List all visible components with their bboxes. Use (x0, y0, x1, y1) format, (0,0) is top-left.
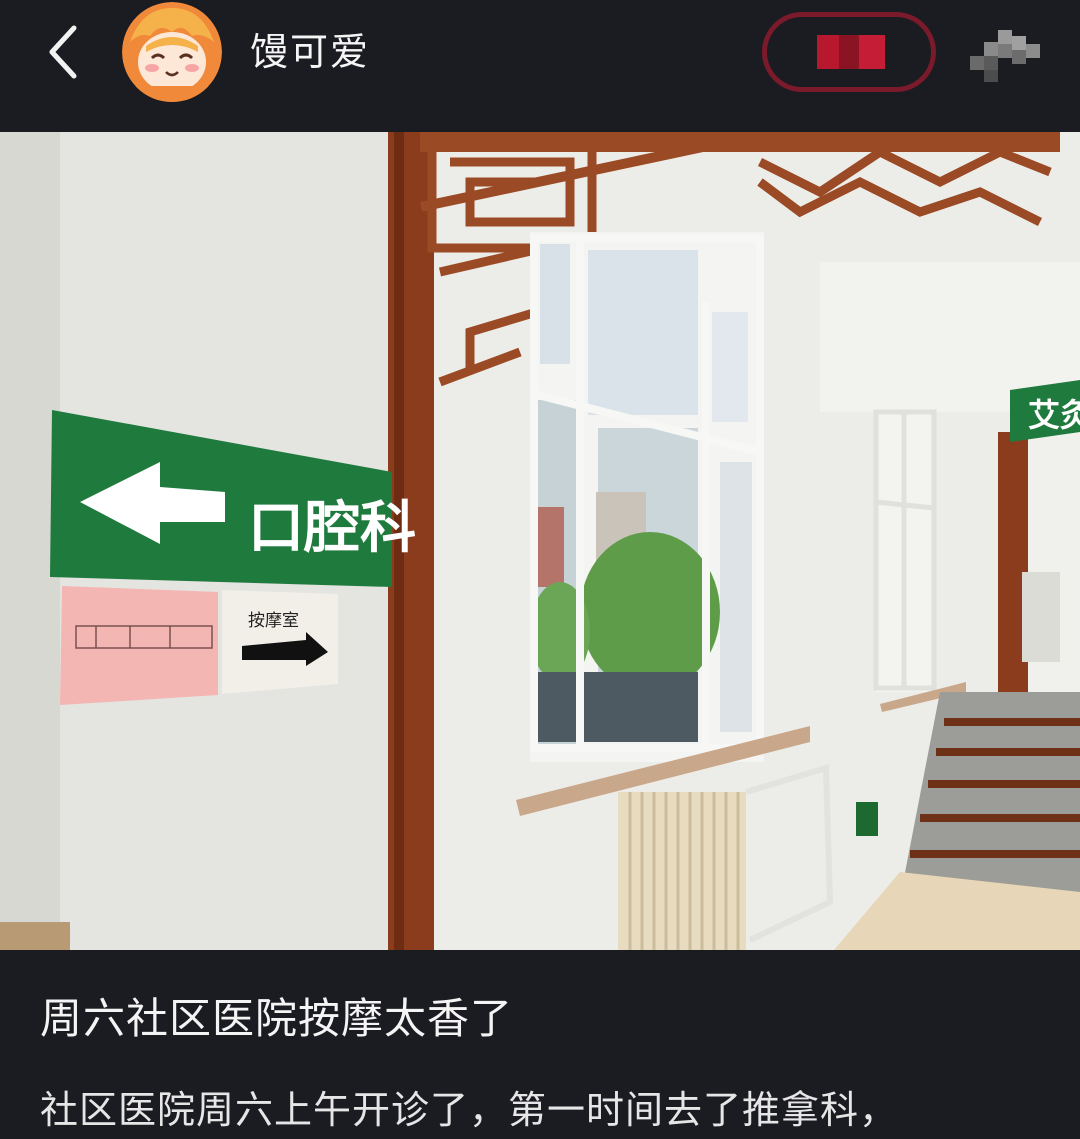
sign-main-text: 口腔科 (248, 496, 416, 561)
post-body: 社区医院周六上午开诊了，第一时间去了推拿科， (40, 1088, 899, 1132)
share-icon (970, 30, 1040, 82)
chevron-left-icon (49, 25, 77, 79)
author-avatar[interactable] (122, 2, 222, 102)
follow-button[interactable] (762, 12, 936, 92)
sign-sub-text: 按摩室 (248, 611, 299, 631)
sign-right-text: 艾灸 (1028, 396, 1080, 434)
top-bar: 馒可爱 (0, 0, 1080, 132)
post-photo[interactable]: 口腔科 按摩室 艾灸 (0, 132, 1080, 950)
author-name[interactable]: 馒可爱 (250, 26, 370, 78)
post-title: 周六社区医院按摩太香了 (40, 994, 514, 1043)
share-button[interactable] (964, 16, 1048, 88)
post-detail-screen: 馒可爱 口腔科 按摩室 艾灸 周六社区医院按摩太香了 社区医院周六上午开诊了，第… (0, 0, 1080, 1139)
hospital-corridor-photo: 口腔科 按摩室 艾灸 (0, 132, 1080, 950)
avatar-image (122, 2, 222, 102)
back-button[interactable] (36, 20, 92, 84)
